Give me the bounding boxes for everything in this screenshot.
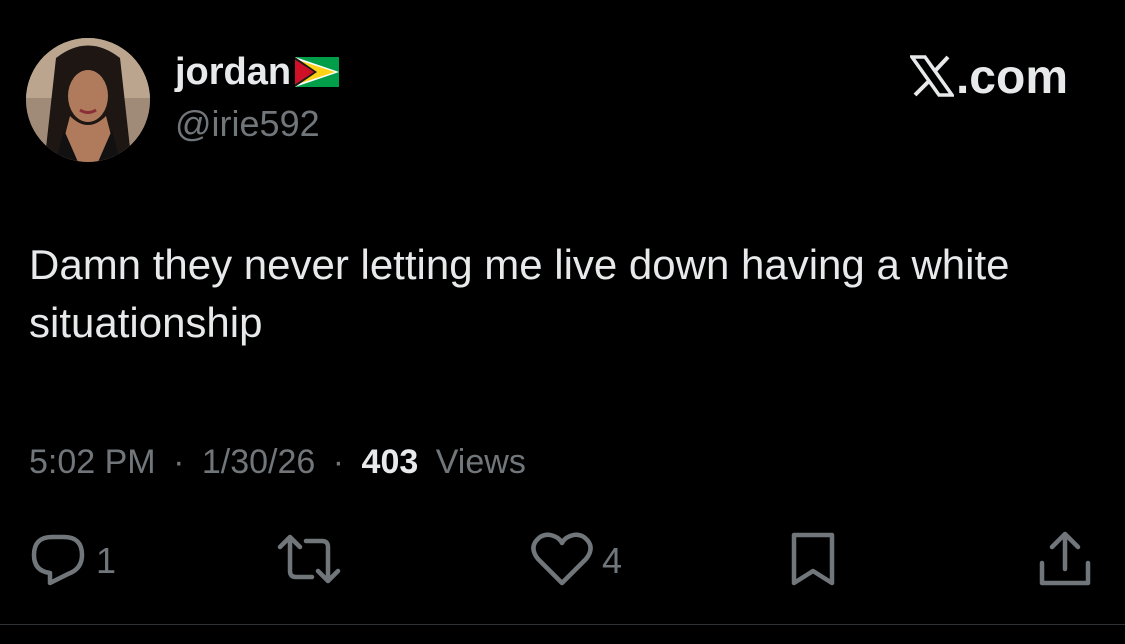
views-count: 403 — [361, 443, 419, 481]
reply-count: 1 — [96, 540, 117, 581]
retweet-icon — [274, 529, 344, 594]
meta-separator: · — [332, 443, 345, 481]
tweet-card: jordan @irie592 .com Damn they never let… — [0, 0, 1125, 644]
author-display-name[interactable]: jordan — [175, 50, 291, 94]
divider — [0, 624, 1125, 625]
like-count: 4 — [602, 540, 623, 581]
x-brand-watermark: .com — [908, 51, 1068, 104]
tweet-meta: 5:02 PM · 1/30/26 · 403 Views — [29, 440, 526, 484]
tweet-time[interactable]: 5:02 PM — [29, 443, 156, 481]
avatar-image — [26, 38, 150, 162]
heart-icon — [530, 529, 594, 594]
bookmark-button[interactable] — [786, 528, 840, 594]
meta-separator: · — [173, 443, 185, 481]
tweet-text: Damn they never letting me live down hav… — [29, 241, 1010, 346]
views-label: Views — [435, 443, 526, 481]
author-handle[interactable]: @irie592 — [175, 103, 320, 145]
action-bar: 1 4 — [0, 528, 1125, 594]
reply-icon — [28, 529, 88, 594]
brand-text: .com — [955, 51, 1068, 104]
retweet-button[interactable] — [274, 528, 344, 594]
share-button[interactable] — [1036, 528, 1094, 594]
author-name-row[interactable]: jordan — [175, 50, 340, 94]
bookmark-icon — [786, 529, 840, 594]
share-icon — [1036, 529, 1094, 594]
like-button[interactable]: 4 — [530, 528, 622, 594]
x-logo-icon — [908, 54, 956, 102]
reply-button[interactable]: 1 — [28, 528, 116, 594]
avatar[interactable] — [26, 38, 150, 162]
tweet-date[interactable]: 1/30/26 — [202, 443, 315, 481]
guyana-flag-icon — [295, 56, 340, 92]
